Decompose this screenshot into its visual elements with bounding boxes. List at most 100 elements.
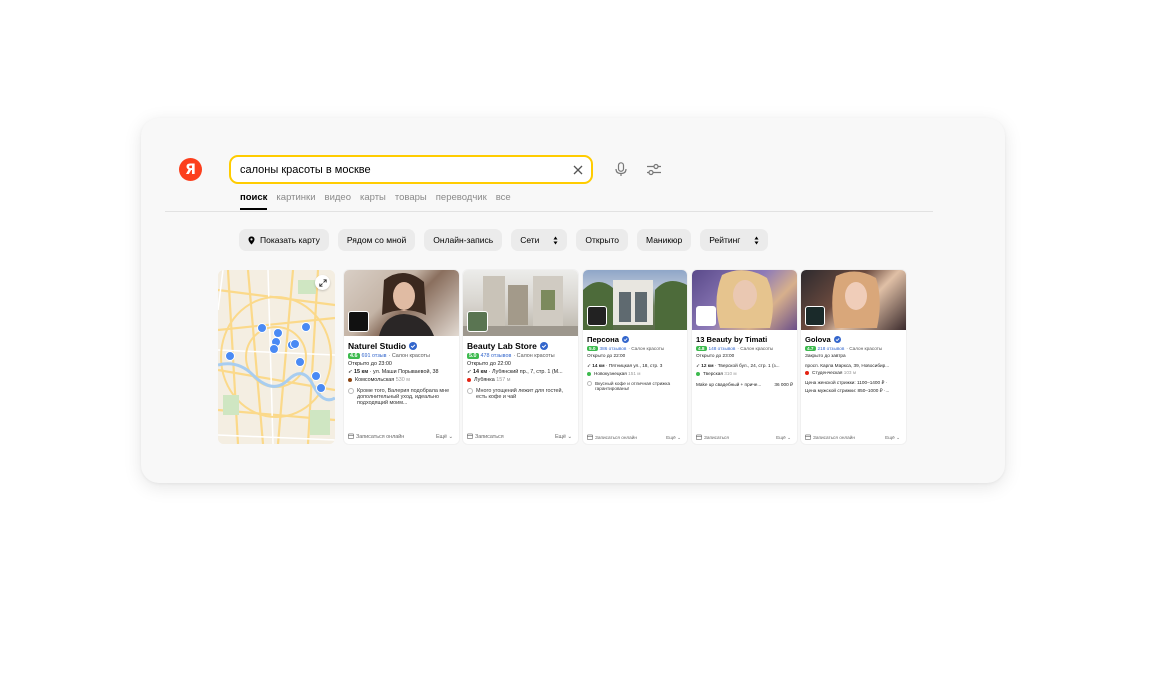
book-online-button[interactable]: Записаться онлайн: [348, 433, 404, 441]
metro-distance: 530 м: [395, 377, 410, 383]
nearby-button[interactable]: Рядом со мной: [337, 229, 416, 251]
online-booking-label: Онлайн-запись: [433, 235, 494, 245]
review-snippet: Вкусный кофе и отличная стрижка гарантир…: [587, 381, 683, 391]
yandex-logo[interactable]: Я: [179, 158, 202, 181]
metro-distance: 151 м: [628, 371, 641, 376]
tab-all[interactable]: все: [496, 192, 511, 210]
tab-images[interactable]: картинки: [276, 192, 315, 210]
map-preview[interactable]: [218, 270, 335, 444]
more-button[interactable]: Ещё ⌄: [885, 435, 900, 441]
tab-search[interactable]: поиск: [240, 192, 268, 210]
metro-label: Комсомольская: [355, 377, 395, 383]
review-text: Кроме того, Валерия подобрала мне дополн…: [357, 388, 450, 406]
category-label: · Салон красоты: [628, 346, 665, 351]
salon-name[interactable]: Naturel Studio: [348, 341, 455, 351]
salon-photo: [344, 270, 459, 336]
open-now-label: Открыто: [585, 235, 620, 245]
salon-name[interactable]: Персона: [587, 335, 683, 344]
address-row: ➶ 15 км · ул. Маши Порываевой, 38: [348, 369, 455, 375]
verified-icon: [833, 336, 841, 343]
rating-badge: 5.0: [587, 346, 598, 351]
distance-label: 14 км: [473, 369, 488, 375]
open-now-button[interactable]: Открыто: [576, 229, 629, 251]
more-label: Ещё: [435, 434, 447, 440]
more-button[interactable]: Ещё ⌄: [776, 435, 791, 441]
close-icon[interactable]: [565, 157, 591, 183]
microphone-icon[interactable]: [611, 159, 631, 179]
sort-arrows-icon: [754, 236, 759, 245]
salon-name-text[interactable]: Beauty Lab Store: [467, 341, 537, 351]
result-card[interactable]: Beauty Lab Store 5.0 478 отзывов · Салон…: [463, 270, 578, 444]
salon-name[interactable]: 13 Beauty by Timati: [696, 335, 793, 344]
verified-icon: [539, 342, 548, 350]
review-text: Вкусный кофе и отличная стрижка гарантир…: [595, 381, 671, 391]
result-card[interactable]: Golova 4.7 218 отзывов · Салон красоты З…: [801, 270, 906, 444]
hours-label: Открыто до 22:00: [587, 353, 626, 358]
result-card[interactable]: Naturel Studio 4.6 691 отзыв · Салон кра…: [344, 270, 459, 444]
tab-video[interactable]: видео: [325, 192, 351, 210]
salon-name-text[interactable]: Персона: [587, 335, 619, 344]
show-map-button[interactable]: Показать карту: [239, 229, 329, 251]
salon-name-text[interactable]: 13 Beauty by Timati: [696, 335, 767, 344]
salon-name[interactable]: Golova: [805, 335, 902, 344]
rating-select[interactable]: Рейтинг: [700, 229, 769, 251]
more-button[interactable]: Ещё ⌄: [666, 435, 681, 441]
chevron-down-icon: ⌄: [787, 434, 791, 440]
address-row: ➶ 12 км · Тверской бул., 24, стр. 1 (з..…: [696, 363, 793, 369]
more-button[interactable]: Ещё ⌄: [436, 434, 453, 440]
book-button[interactable]: Записаться: [467, 433, 504, 441]
reviews-link[interactable]: 691 отзыв: [362, 353, 387, 359]
card-footer: Записаться онлайн Ещё ⌄: [587, 434, 681, 441]
address-label: · Тверской бул., 24, стр. 1 (з...: [714, 363, 780, 368]
price-row: Make up свадебный + приче... 36 000 ₽: [696, 382, 793, 388]
reviews-link[interactable]: 218 отзывов: [818, 346, 845, 351]
book-online-button[interactable]: Записаться онлайн: [587, 434, 637, 441]
reviews-link[interactable]: 478 отзывов: [481, 353, 512, 359]
metro-label: Новокузнецкая: [594, 371, 627, 376]
book-online-button[interactable]: Записаться онлайн: [805, 434, 855, 441]
card-footer: Записаться онлайн Ещё ⌄: [805, 434, 900, 441]
salon-name-text[interactable]: Naturel Studio: [348, 341, 406, 351]
result-card[interactable]: Персона 5.0 386 отзывов · Салон красоты …: [583, 270, 687, 444]
metro-line-icon: [587, 371, 591, 376]
online-booking-button[interactable]: Онлайн-запись: [424, 229, 503, 251]
salon-name[interactable]: Beauty Lab Store: [467, 341, 574, 351]
search-input[interactable]: салоны красоты в москве: [240, 164, 565, 176]
salon-name-text[interactable]: Golova: [805, 335, 831, 344]
tab-maps[interactable]: карты: [360, 192, 386, 210]
tab-translator[interactable]: переводчик: [436, 192, 487, 210]
salon-photo: [583, 270, 687, 330]
manicure-label: Маникюр: [646, 235, 683, 245]
salon-photo: [801, 270, 906, 330]
book-label: Записаться онлайн: [595, 435, 637, 440]
navigation-arrow-icon: ➶: [587, 363, 591, 368]
book-button[interactable]: Записаться: [696, 434, 729, 441]
search-box[interactable]: салоны красоты в москве: [229, 155, 593, 184]
more-label: Ещё: [554, 434, 566, 440]
reviews-link[interactable]: 386 отзывов: [600, 346, 627, 351]
result-card[interactable]: 13 Beauty by Timati 4.8 148 отзывов · Са…: [692, 270, 797, 444]
review-snippet: Кроме того, Валерия подобрала мне дополн…: [348, 388, 455, 406]
salon-logo: [696, 306, 716, 326]
tab-products[interactable]: товары: [395, 192, 427, 210]
metro-label: Студенческая: [812, 370, 843, 375]
reviews-link[interactable]: 148 отзывов: [709, 346, 736, 351]
metro-label: Тверская: [703, 371, 723, 376]
calendar-icon: [467, 433, 473, 441]
map-image: [218, 270, 335, 444]
expand-icon[interactable]: [315, 275, 330, 290]
metro-row: Студенческая 103 м: [805, 370, 902, 375]
metro-row: Новокузнецкая 151 м: [587, 371, 683, 376]
category-label: · Салон красоты: [737, 346, 774, 351]
networks-select[interactable]: Сети: [511, 229, 568, 251]
hours-label: Открыто до 22:00: [467, 361, 511, 367]
more-button[interactable]: Ещё ⌄: [555, 434, 572, 440]
price-value: 36 000 ₽: [774, 382, 793, 387]
verified-icon: [622, 336, 629, 343]
navigation-arrow-icon: ➶: [696, 363, 700, 368]
search-panel: Я салоны красоты в москве поиск картинки…: [141, 118, 1005, 483]
more-label: Ещё: [885, 434, 895, 440]
settings-sliders-icon[interactable]: [644, 159, 664, 179]
card-footer: Записаться онлайн Ещё ⌄: [348, 433, 453, 441]
manicure-button[interactable]: Маникюр: [637, 229, 692, 251]
